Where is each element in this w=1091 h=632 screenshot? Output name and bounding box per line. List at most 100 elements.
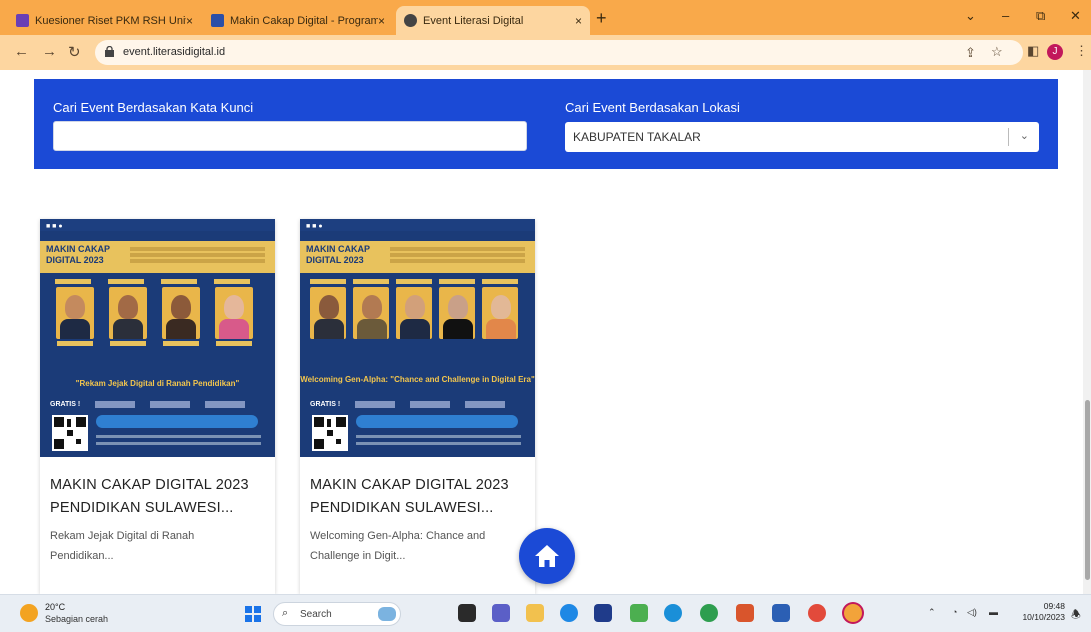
location-label: Cari Event Berdasakan Lokasi [565, 100, 740, 115]
side-panel-icon[interactable]: ◧ [1027, 43, 1039, 59]
forms-icon [16, 14, 29, 27]
poster-fine-print [356, 435, 521, 438]
speaker-photo [482, 287, 518, 339]
task-view-icon[interactable] [458, 604, 476, 622]
event-poster: ■ ■ ● MAKIN CAKAP DIGITAL 2023 Welcoming… [300, 219, 535, 457]
share-icon[interactable]: ⇪ [965, 45, 976, 61]
speaker-photo [56, 287, 94, 339]
reload-icon[interactable]: ↻ [68, 43, 81, 61]
poster-subtitle: "Rekam Jejak Digital di Ranah Pendidikan… [75, 379, 240, 388]
spotify-icon[interactable] [700, 604, 718, 622]
close-window-button[interactable]: ✕ [1070, 8, 1081, 24]
close-tab-icon[interactable]: × [378, 14, 385, 28]
speaker-photo [215, 287, 253, 339]
location-selected-value: KABUPATEN TAKALAR [573, 130, 701, 144]
event-description: Welcoming Gen-Alpha: Chance and Challeng… [310, 530, 486, 562]
poster-banner: MAKIN CAKAP DIGITAL 2023 [300, 241, 535, 273]
menu-icon[interactable]: ⋮ [1075, 43, 1088, 59]
select-divider [1008, 128, 1009, 146]
poster-subtitle: Welcoming Gen-Alpha: "Chance and Challen… [300, 375, 535, 384]
home-icon [535, 545, 559, 567]
notification-icon[interactable]: 🕭 [1071, 606, 1081, 625]
file-explorer-icon[interactable] [526, 604, 544, 622]
scrollbar-thumb[interactable] [1085, 400, 1090, 580]
speaker-photo [396, 287, 432, 339]
battery-icon[interactable]: ▬ [989, 607, 998, 617]
windows-start-icon[interactable] [245, 606, 261, 622]
sponsor-logos: ■ ■ ● [46, 223, 63, 230]
new-tab-button[interactable]: + [596, 8, 607, 29]
chat-app-icon[interactable] [630, 604, 648, 622]
word-icon[interactable] [772, 604, 790, 622]
site-icon [211, 14, 224, 27]
teams-icon[interactable] [492, 604, 510, 622]
back-icon[interactable]: ← [14, 43, 29, 60]
speaker-photo [439, 287, 475, 339]
date-text: 10/10/2023 [1022, 612, 1065, 622]
event-title[interactable]: MAKIN CAKAP DIGITAL 2023 PENDIDIKAN SULA… [50, 474, 270, 520]
powerpoint-icon[interactable] [736, 604, 754, 622]
browser-toolbar: ← → ↻ event.literasidigital.id ⇪ ☆ ◧ J ⋮ [0, 35, 1091, 70]
search-icon: ⌕ [282, 607, 289, 619]
tab-title: Kuesioner Riset PKM RSH Unive [35, 14, 186, 27]
qr-code [52, 415, 88, 451]
poster-header [300, 219, 535, 231]
address-bar[interactable]: event.literasidigital.id ⇪ ☆ [95, 40, 1023, 65]
weather-description: Sebagian cerah [45, 614, 109, 624]
tab-event-literasi[interactable]: Event Literasi Digital × [396, 6, 590, 35]
poster-fine-print [96, 435, 261, 438]
sponsor-logos: ■ ■ ● [306, 223, 323, 230]
globe-icon [404, 14, 417, 27]
browser-tab-strip: Kuesioner Riset PKM RSH Unive × Makin Ca… [0, 0, 1091, 35]
url-text: event.literasidigital.id [123, 46, 226, 58]
speaker-photo [162, 287, 200, 339]
weather-icon[interactable] [20, 604, 38, 622]
temperature: 20°C [45, 602, 66, 612]
search-highlight-icon [378, 607, 396, 621]
poster-title: MAKIN CAKAP DIGITAL 2023 [306, 244, 370, 265]
poster-link-bar [356, 415, 518, 428]
poster-free-label: GRATIS ! [50, 401, 81, 408]
poster-banner: MAKIN CAKAP DIGITAL 2023 [40, 241, 275, 273]
minimize-button[interactable]: – [1002, 8, 1009, 23]
edge-icon[interactable] [664, 604, 682, 622]
speaker-photo [353, 287, 389, 339]
poster-description [130, 247, 265, 251]
store-icon[interactable] [594, 604, 612, 622]
tab-makin-cakap[interactable]: Makin Cakap Digital - Program × [203, 6, 393, 35]
poster-title: MAKIN CAKAP DIGITAL 2023 [46, 244, 110, 265]
tab-kuesioner[interactable]: Kuesioner Riset PKM RSH Unive × [8, 6, 201, 35]
chevron-down-icon: ⌄ [1019, 130, 1029, 142]
chrome-icon[interactable] [808, 604, 826, 622]
wifi-icon[interactable]: ◔ [952, 607, 957, 617]
taskbar-search[interactable]: ⌕ Search [273, 602, 401, 626]
app-icon[interactable] [560, 604, 578, 622]
volume-icon[interactable]: ◁) [967, 607, 977, 618]
poster-free-label: GRATIS ! [310, 401, 341, 408]
bookmark-star-icon[interactable]: ☆ [991, 44, 1003, 60]
home-button[interactable] [519, 528, 575, 584]
tab-title: Event Literasi Digital [423, 14, 524, 27]
close-tab-icon[interactable]: × [186, 14, 193, 28]
tab-search-icon[interactable]: ⌄ [965, 8, 976, 24]
close-tab-icon[interactable]: × [575, 14, 582, 28]
event-title[interactable]: MAKIN CAKAP DIGITAL 2023 PENDIDIKAN SULA… [310, 474, 530, 520]
lock-icon [105, 46, 114, 57]
keyword-label: Cari Event Berdasakan Kata Kunci [53, 100, 254, 115]
event-card[interactable]: ■ ■ ● MAKIN CAKAP DIGITAL 2023 "Rekam Je… [40, 219, 275, 594]
restore-button[interactable]: ⧉ [1036, 8, 1045, 24]
time-text: 09:48 [1043, 601, 1065, 611]
speaker-photo [310, 287, 346, 339]
event-card[interactable]: ■ ■ ● MAKIN CAKAP DIGITAL 2023 Welcoming… [300, 219, 535, 594]
chrome-active-icon[interactable] [844, 604, 862, 622]
poster-link-bar [96, 415, 258, 428]
keyword-search-input[interactable] [53, 121, 527, 151]
profile-avatar[interactable]: J [1047, 44, 1063, 60]
location-select[interactable]: KABUPATEN TAKALAR ⌄ [565, 122, 1039, 152]
qr-code [312, 415, 348, 451]
forward-icon[interactable]: → [42, 43, 57, 60]
tray-chevron-icon[interactable]: ⌃ [928, 607, 936, 618]
taskbar-search-placeholder: Search [300, 609, 332, 620]
event-poster: ■ ■ ● MAKIN CAKAP DIGITAL 2023 "Rekam Je… [40, 219, 275, 457]
taskbar-clock[interactable]: 09:48 10/10/2023 [1013, 601, 1065, 623]
